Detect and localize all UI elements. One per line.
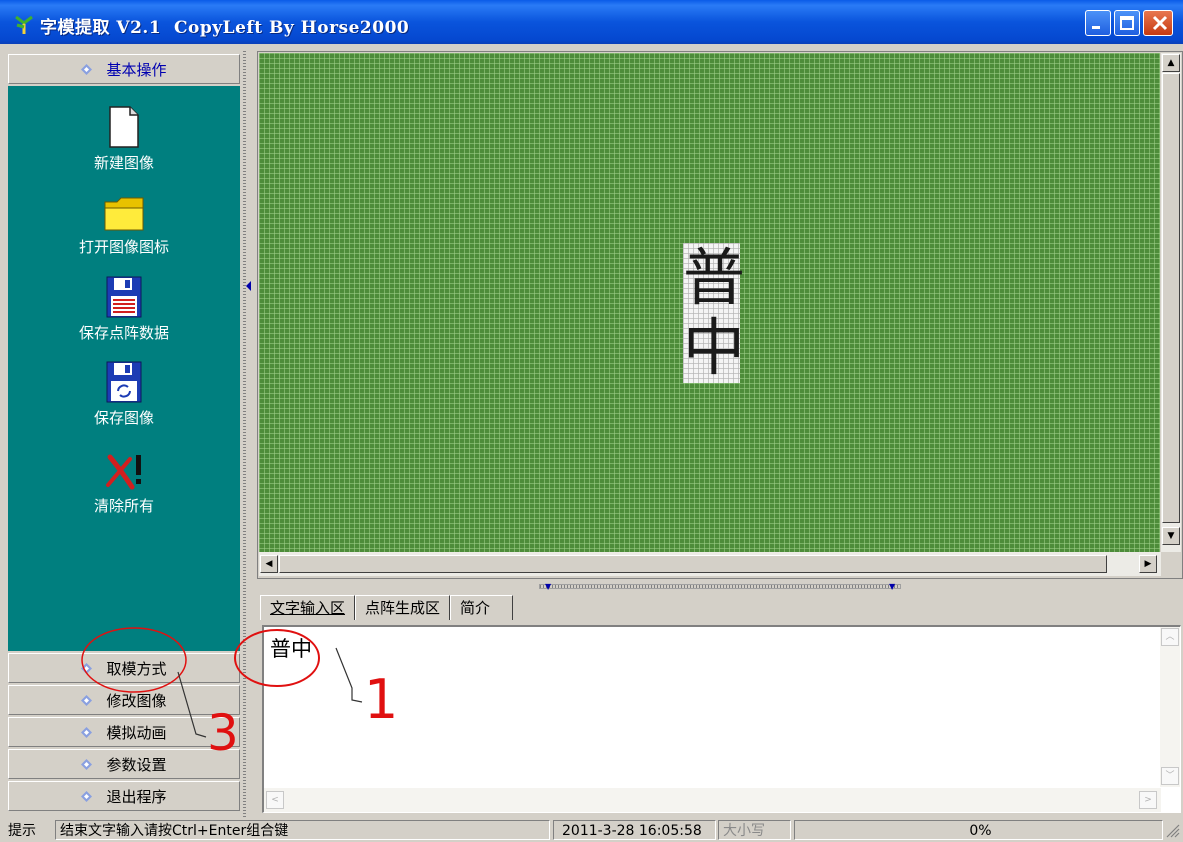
- status-bar: 提示 结束文字输入请按Ctrl+Enter组合键 2011-3-28 16:05…: [0, 818, 1183, 842]
- group-basic-operations[interactable]: 基本操作: [8, 54, 240, 84]
- input-text[interactable]: 普中: [270, 633, 312, 663]
- group-animation[interactable]: 模拟动画: [8, 717, 240, 747]
- minimize-icon: [1092, 26, 1100, 29]
- scroll-right-button[interactable]: ▶: [1139, 555, 1157, 573]
- group-label: 基本操作: [106, 60, 167, 79]
- canvas-horizontal-scrollbar[interactable]: ◀ ▶: [259, 552, 1161, 576]
- annotation-marker-3: 3: [207, 704, 239, 762]
- splitter-grip: [539, 584, 901, 589]
- scroll-right-button[interactable]: >: [1139, 791, 1157, 809]
- scroll-left-button[interactable]: <: [266, 791, 284, 809]
- clear-all-icon: [106, 454, 141, 490]
- new-image-button[interactable]: 新建图像: [8, 106, 240, 173]
- maximize-button[interactable]: [1114, 10, 1140, 36]
- collapse-up-icon[interactable]: ▼: [545, 582, 551, 591]
- input-horizontal-scrollbar[interactable]: < >: [264, 788, 1161, 812]
- group-exit[interactable]: 退出程序: [8, 781, 240, 811]
- save-matrix-data-button[interactable]: 保存点阵数据: [8, 276, 240, 343]
- collapse-left-icon[interactable]: [246, 281, 252, 291]
- diamond-icon: [81, 63, 93, 75]
- minimize-button[interactable]: [1085, 10, 1111, 36]
- text-input-area[interactable]: 普中 ︿ ﹀ < >: [262, 625, 1181, 813]
- preview-char-1: 普: [683, 241, 746, 314]
- resize-grip-icon[interactable]: [1166, 824, 1180, 838]
- window-title: 字模提取 V2.1 CopyLeft By Horse2000: [40, 18, 410, 38]
- title-bar: 字模提取 V2.1 CopyLeft By Horse2000: [0, 0, 1183, 44]
- group-edit-image[interactable]: 修改图像: [8, 685, 240, 715]
- diamond-icon: [81, 726, 93, 738]
- scroll-left-button[interactable]: ◀: [260, 555, 278, 573]
- tools-panel: 新建图像 打开图像图标 保存点阵数据 保存图像 清除所有: [8, 86, 240, 651]
- open-image-button[interactable]: 打开图像图标: [8, 196, 240, 257]
- clear-all-button[interactable]: 清除所有: [8, 451, 240, 516]
- vertical-splitter[interactable]: [241, 51, 255, 818]
- save-image-button[interactable]: 保存图像: [8, 361, 240, 428]
- status-progress: 0%: [794, 820, 1163, 840]
- canvas-vertical-scrollbar[interactable]: ▲ ▼: [1161, 53, 1181, 552]
- group-settings[interactable]: 参数设置: [8, 749, 240, 779]
- group-label: 模拟动画: [106, 723, 167, 742]
- status-label: 提示: [8, 823, 36, 839]
- scroll-down-button[interactable]: ﹀: [1161, 767, 1179, 785]
- scroll-down-button[interactable]: ▼: [1162, 527, 1180, 545]
- tab-text-input[interactable]: 文字输入区: [260, 595, 356, 620]
- scroll-up-button[interactable]: ▲: [1162, 54, 1180, 72]
- splitter-grip: [243, 51, 246, 818]
- maximize-icon: [1120, 16, 1134, 30]
- close-button[interactable]: [1143, 10, 1173, 36]
- status-hint: 结束文字输入请按Ctrl+Enter组合键: [55, 820, 550, 840]
- scroll-up-button[interactable]: ︿: [1161, 628, 1179, 646]
- diamond-icon: [81, 790, 93, 802]
- vertical-scroll-thumb[interactable]: [1162, 73, 1180, 523]
- character-preview: 普 中: [683, 241, 746, 384]
- status-caps: 大小写: [718, 820, 791, 840]
- annotation-marker-1: 1: [364, 668, 399, 731]
- new-document-icon: [109, 106, 139, 148]
- group-label: 取模方式: [106, 659, 167, 678]
- input-vertical-scrollbar[interactable]: ︿ ﹀: [1160, 627, 1180, 787]
- collapse-down-icon[interactable]: ▼: [889, 582, 895, 591]
- tool-label: 新建图像: [93, 154, 154, 172]
- save-image-icon: [106, 361, 142, 403]
- open-folder-icon: [104, 197, 144, 231]
- tool-label: 保存点阵数据: [78, 324, 169, 342]
- horizontal-splitter[interactable]: ▼ ▼: [257, 580, 1183, 592]
- tool-label: 打开图像图标: [78, 238, 169, 256]
- group-label: 参数设置: [106, 755, 167, 774]
- app-icon: [15, 15, 33, 34]
- diamond-icon: [81, 758, 93, 770]
- status-datetime: 2011-3-28 16:05:58: [553, 820, 716, 840]
- sidebar: 基本操作 新建图像 打开图像图标 保存点阵数据 保存图像 清除所有 取模方式 修…: [8, 51, 240, 818]
- diamond-icon: [81, 694, 93, 706]
- group-mode[interactable]: 取模方式: [8, 653, 240, 683]
- tool-label: 保存图像: [93, 409, 154, 427]
- close-icon: [1152, 15, 1168, 31]
- group-label: 退出程序: [106, 787, 167, 806]
- diamond-icon: [81, 662, 93, 674]
- tab-about[interactable]: 简介: [450, 595, 514, 620]
- preview-char-2: 中: [683, 311, 746, 384]
- horizontal-scroll-thumb[interactable]: [279, 555, 1107, 573]
- tool-label: 清除所有: [93, 497, 154, 515]
- tab-matrix-output[interactable]: 点阵生成区: [355, 595, 451, 620]
- group-label: 修改图像: [106, 691, 167, 710]
- save-matrix-data-icon: [106, 276, 142, 318]
- tab-strip: 文字输入区 点阵生成区 简介: [260, 595, 514, 621]
